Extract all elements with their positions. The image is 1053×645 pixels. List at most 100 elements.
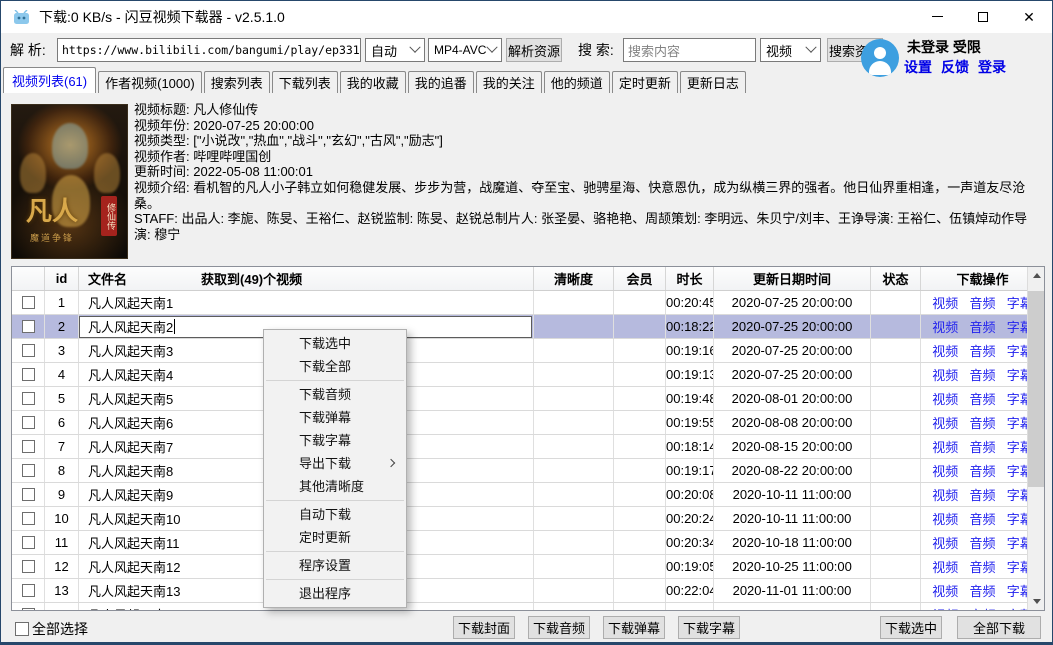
action-link-音频[interactable]: 音频 <box>969 533 995 552</box>
table-row[interactable]: 4 凡人风起天南4 00:19:13 2020-07-25 20:00:00 视… <box>12 363 1044 387</box>
action-link-音频[interactable]: 音频 <box>969 389 995 408</box>
tab-他的频道[interactable]: 他的频道 <box>544 71 610 93</box>
action-link-视频[interactable]: 视频 <box>932 581 958 600</box>
row-checkbox[interactable] <box>22 440 35 453</box>
format-select[interactable]: MP4-AVC <box>428 38 502 62</box>
row-checkbox[interactable] <box>22 464 35 477</box>
row-checkbox[interactable] <box>22 368 35 381</box>
parse-button[interactable]: 解析资源 <box>506 38 562 62</box>
menu-item-导出下载[interactable]: 导出下载 <box>264 452 406 475</box>
vertical-scrollbar[interactable] <box>1027 267 1044 610</box>
menu-item-其他清晰度[interactable]: 其他清晰度 <box>264 475 406 498</box>
tab-定时更新[interactable]: 定时更新 <box>612 71 678 93</box>
tab-我的关注[interactable]: 我的关注 <box>476 71 542 93</box>
action-link-音频[interactable]: 音频 <box>969 605 995 611</box>
row-checkbox[interactable] <box>22 488 35 501</box>
minimize-button[interactable] <box>914 1 960 32</box>
bottom-button-全部下载[interactable]: 全部下载 <box>957 616 1041 639</box>
bottom-button-下载字幕[interactable]: 下载字幕 <box>678 616 740 639</box>
action-link-视频[interactable]: 视频 <box>932 533 958 552</box>
header-id[interactable]: id <box>45 267 79 290</box>
action-link-视频[interactable]: 视频 <box>932 389 958 408</box>
action-link-音频[interactable]: 音频 <box>969 437 995 456</box>
menu-item-下载音频[interactable]: 下载音频 <box>264 383 406 406</box>
row-checkbox[interactable] <box>22 536 35 549</box>
row-checkbox[interactable] <box>22 608 35 611</box>
select-all[interactable]: 全部选择 <box>15 619 88 639</box>
url-input[interactable]: https://www.bilibili.com/bangumi/play/ep… <box>57 38 361 62</box>
action-link-音频[interactable]: 音频 <box>969 317 995 336</box>
scroll-down-arrow[interactable] <box>1028 593 1045 610</box>
table-row[interactable]: 6 凡人风起天南6 00:19:55 2020-08-08 20:00:00 视… <box>12 411 1044 435</box>
select-all-checkbox[interactable] <box>15 622 29 636</box>
action-link-视频[interactable]: 视频 <box>932 413 958 432</box>
row-checkbox[interactable] <box>22 296 35 309</box>
bottom-button-下载音频[interactable]: 下载音频 <box>528 616 590 639</box>
header-status[interactable]: 状态 <box>871 267 921 290</box>
tab-作者视频(1000)[interactable]: 作者视频(1000) <box>98 71 202 93</box>
header-vip[interactable]: 会员 <box>614 267 666 290</box>
tab-下载列表[interactable]: 下载列表 <box>272 71 338 93</box>
action-link-音频[interactable]: 音频 <box>969 461 995 480</box>
table-row[interactable]: 8 凡人风起天南8 00:19:17 2020-08-22 20:00:00 视… <box>12 459 1044 483</box>
table-row[interactable]: 5 凡人风起天南5 00:19:48 2020-08-01 20:00:00 视… <box>12 387 1044 411</box>
action-link-视频[interactable]: 视频 <box>932 437 958 456</box>
action-link-音频[interactable]: 音频 <box>969 509 995 528</box>
action-link-视频[interactable]: 视频 <box>932 341 958 360</box>
header-duration[interactable]: 时长 <box>666 267 714 290</box>
bottom-button-下载弹幕[interactable]: 下载弹幕 <box>603 616 665 639</box>
tab-更新日志[interactable]: 更新日志 <box>680 71 746 93</box>
maximize-button[interactable] <box>960 1 1006 32</box>
search-input[interactable]: 搜索内容 <box>623 38 756 62</box>
row-checkbox[interactable] <box>22 560 35 573</box>
action-link-音频[interactable]: 音频 <box>969 293 995 312</box>
action-link-音频[interactable]: 音频 <box>969 341 995 360</box>
table-row[interactable]: 3 凡人风起天南3 00:19:16 2020-07-25 20:00:00 视… <box>12 339 1044 363</box>
tab-我的收藏[interactable]: 我的收藏 <box>340 71 406 93</box>
scroll-up-arrow[interactable] <box>1028 267 1045 284</box>
action-link-音频[interactable]: 音频 <box>969 557 995 576</box>
table-row[interactable]: 11 凡人风起天南11 00:20:34 2020-10-18 11:00:00… <box>12 531 1044 555</box>
action-link-视频[interactable]: 视频 <box>932 605 958 611</box>
action-link-视频[interactable]: 视频 <box>932 485 958 504</box>
row-checkbox[interactable] <box>22 344 35 357</box>
action-link-视频[interactable]: 视频 <box>932 509 958 528</box>
menu-item-下载全部[interactable]: 下载全部 <box>264 355 406 378</box>
action-link-视频[interactable]: 视频 <box>932 365 958 384</box>
header-quality[interactable]: 清晰度 <box>534 267 614 290</box>
table-row[interactable]: 9 凡人风起天南9 00:20:08 2020-10-11 11:00:00 视… <box>12 483 1044 507</box>
row-checkbox[interactable] <box>22 416 35 429</box>
scrollbar-thumb[interactable] <box>1028 291 1045 487</box>
close-button[interactable]: ✕ <box>1006 1 1052 32</box>
row-checkbox[interactable] <box>22 512 35 525</box>
bottom-button-下载选中[interactable]: 下载选中 <box>880 616 942 639</box>
menu-item-下载字幕[interactable]: 下载字幕 <box>264 429 406 452</box>
menu-item-程序设置[interactable]: 程序设置 <box>264 554 406 577</box>
header-actions[interactable]: 下载操作 <box>921 267 1044 290</box>
row-checkbox[interactable] <box>22 320 35 333</box>
row-checkbox[interactable] <box>22 392 35 405</box>
action-link-音频[interactable]: 音频 <box>969 413 995 432</box>
table-row[interactable]: 7 凡人风起天南7 00:18:14 2020-08-15 20:00:00 视… <box>12 435 1044 459</box>
header-filename[interactable]: 文件名 获取到(49)个视频 <box>79 267 534 290</box>
menu-item-定时更新[interactable]: 定时更新 <box>264 526 406 549</box>
table-row[interactable]: 13 凡人风起天南13 00:22:04 2020-11-01 11:00:00… <box>12 579 1044 603</box>
table-row[interactable]: 2 凡人风起天南2 00:18:22 2020-07-25 20:00:00 视… <box>12 315 1044 339</box>
action-link-音频[interactable]: 音频 <box>969 365 995 384</box>
row-checkbox[interactable] <box>22 584 35 597</box>
table-row[interactable]: 10 凡人风起天南10 00:20:24 2020-10-11 11:00:00… <box>12 507 1044 531</box>
menu-item-自动下载[interactable]: 自动下载 <box>264 503 406 526</box>
action-link-音频[interactable]: 音频 <box>969 581 995 600</box>
table-row[interactable]: 1 凡人风起天南1 00:20:45 2020-07-25 20:00:00 视… <box>12 291 1044 315</box>
table-row[interactable]: 12 凡人风起天南12 00:19:05 2020-10-25 11:00:00… <box>12 555 1044 579</box>
bottom-button-下载封面[interactable]: 下载封面 <box>453 616 515 639</box>
menu-item-下载弹幕[interactable]: 下载弹幕 <box>264 406 406 429</box>
action-link-视频[interactable]: 视频 <box>932 557 958 576</box>
action-link-视频[interactable]: 视频 <box>932 293 958 312</box>
menu-item-下载选中[interactable]: 下载选中 <box>264 332 406 355</box>
quality-select[interactable]: 自动 <box>365 38 425 62</box>
table-row[interactable]: 14 凡人风起天南14 00:20:11 2020-11-08 11:00:00… <box>12 603 1044 611</box>
action-link-视频[interactable]: 视频 <box>932 317 958 336</box>
tab-我的追番[interactable]: 我的追番 <box>408 71 474 93</box>
search-type-select[interactable]: 视频 <box>760 38 821 62</box>
